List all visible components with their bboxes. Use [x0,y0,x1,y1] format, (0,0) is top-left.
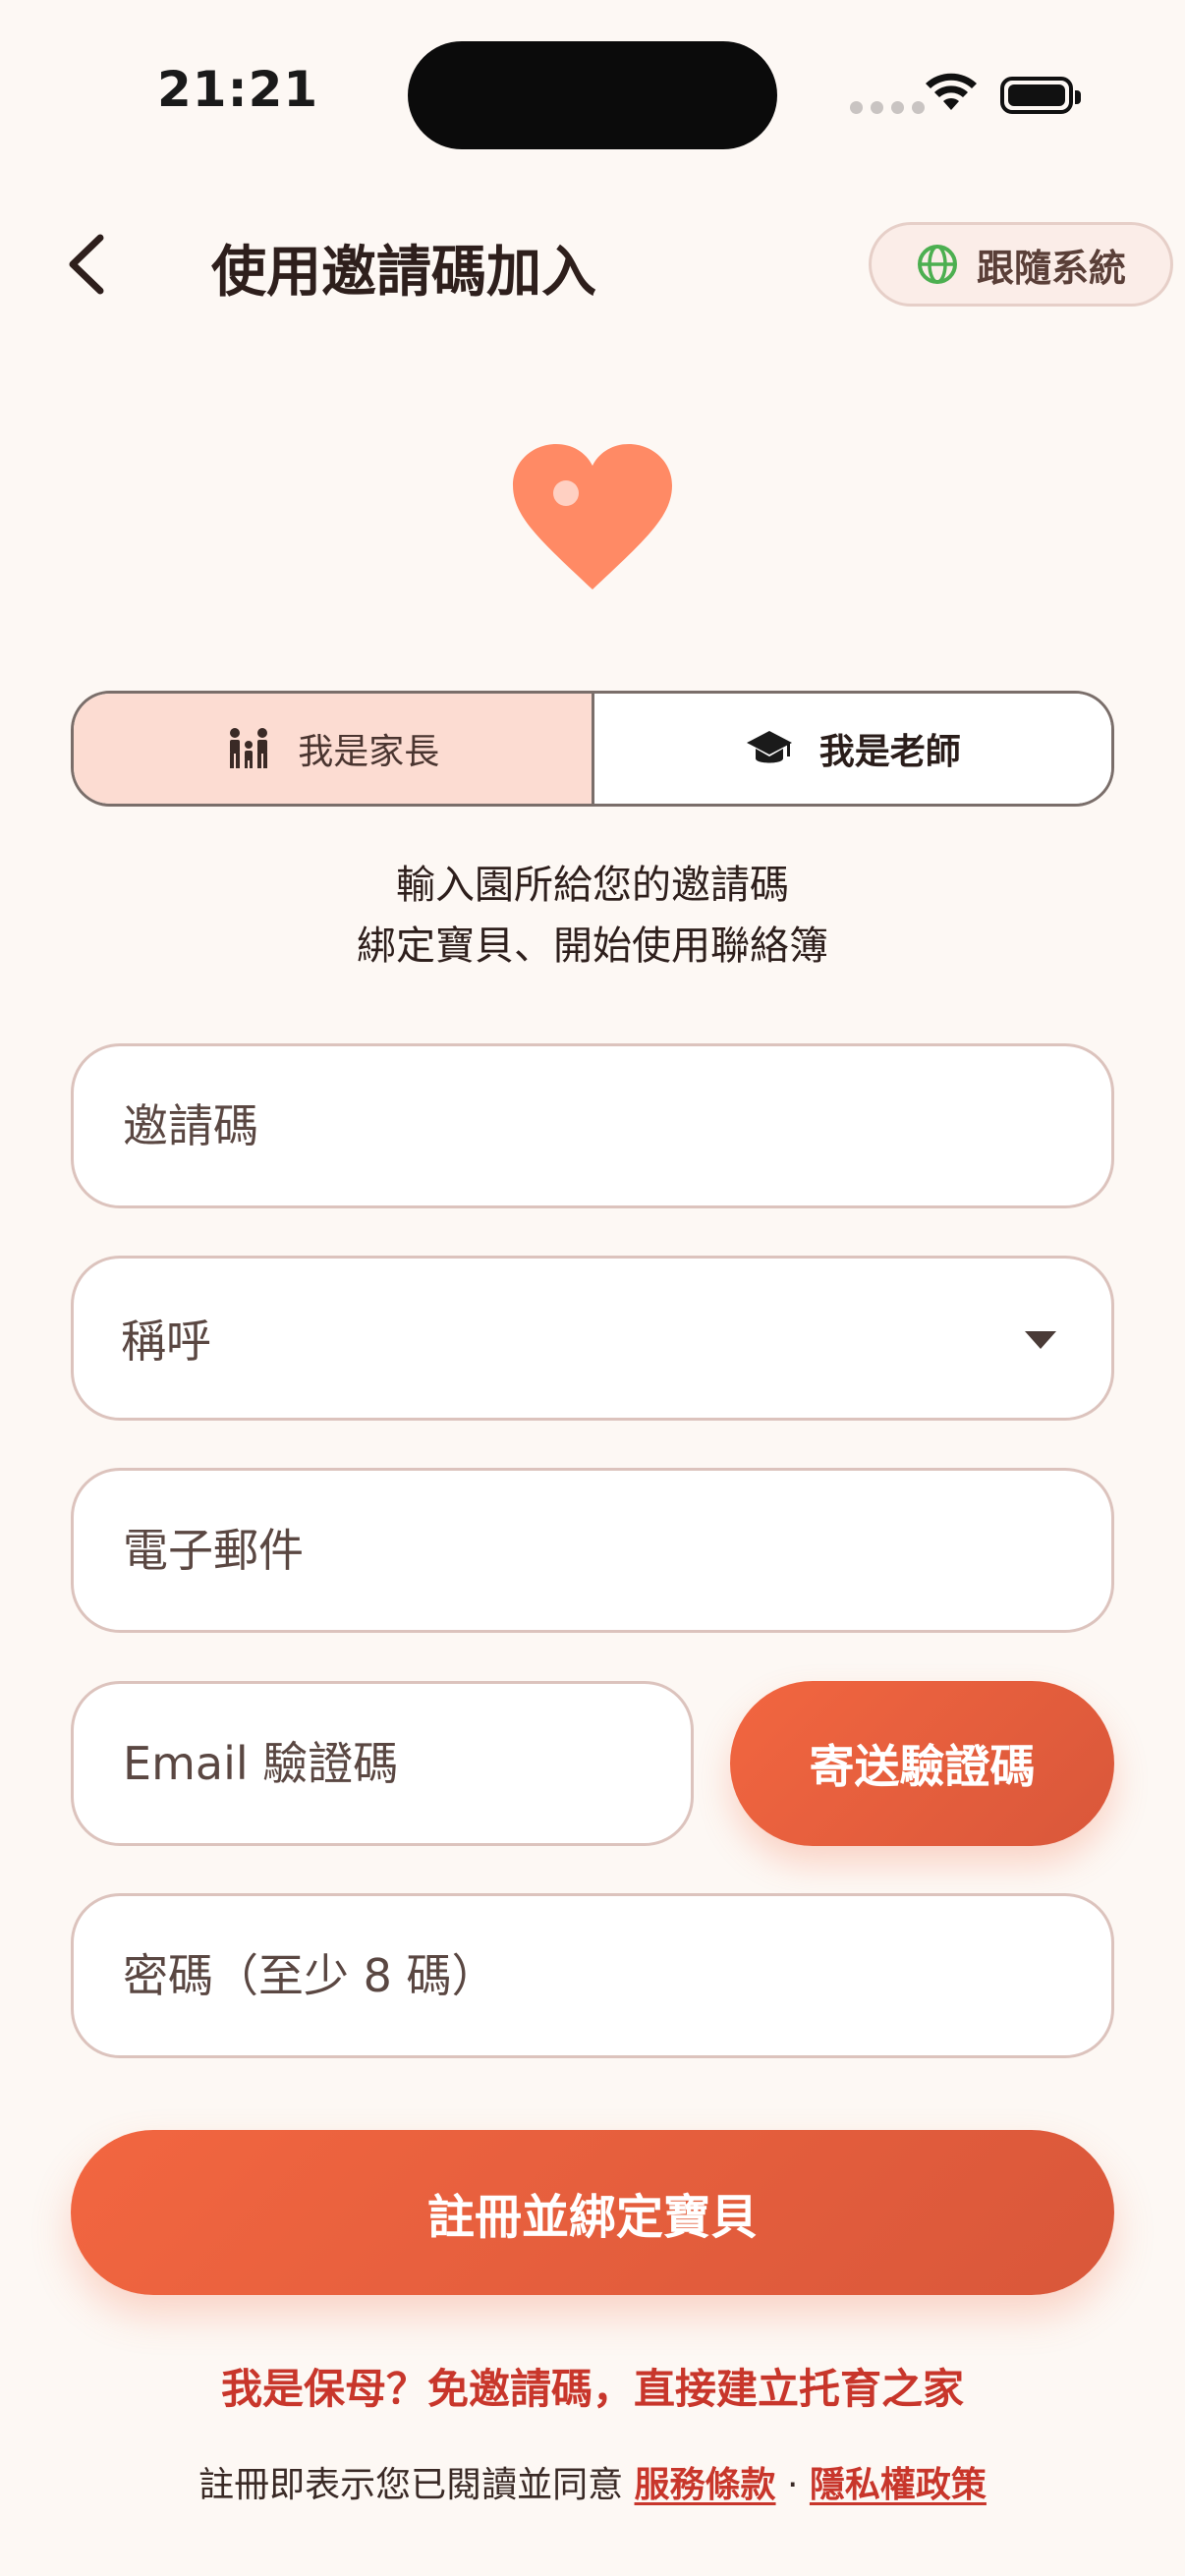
dynamic-island [408,41,777,149]
email-input[interactable] [121,1523,1017,1578]
invite-code-input[interactable] [121,1098,1017,1153]
language-label: 跟隨系統 [976,246,1126,290]
terms-notice: 註冊即表示您已閱讀並同意 服務條款 · 隱私權政策 [0,2456,1185,2507]
register-bind-button[interactable]: 註冊並綁定寶貝 [71,2130,1114,2295]
send-code-button[interactable]: 寄送驗證碼 [730,1681,1114,1846]
graduation-cap-icon [746,731,792,763]
tab-teacher[interactable]: 我是老師 [593,694,1111,804]
password-field [71,1893,1114,2058]
terms-separator: · [787,2465,799,2505]
email-code-field [71,1681,694,1846]
privacy-policy-link[interactable]: 隱私權政策 [810,2465,987,2505]
role-segmented-control: 我是家長 我是老師 [71,691,1114,807]
instructions: 輸入園所給您的邀請碼 綁定寶貝、開始使用聯絡簿 [0,855,1185,977]
invite-code-field [71,1043,1114,1208]
title-select[interactable]: 稱呼 [71,1256,1114,1421]
email-field [71,1468,1114,1633]
wifi-icon [926,73,977,110]
instructions-line-1: 輸入園所給您的邀請碼 [396,863,789,908]
nanny-signup-link[interactable]: 我是保母？免邀請碼，直接建立托育之家 [0,2356,1185,2416]
heart-logo-icon [513,444,672,589]
family-icon [230,728,268,768]
title-select-placeholder: 稱呼 [121,1315,211,1368]
tab-parent[interactable]: 我是家長 [74,694,594,804]
tab-teacher-label: 我是老師 [818,732,961,772]
battery-icon [1000,77,1081,114]
globe-icon [917,245,957,284]
email-code-input[interactable] [121,1736,638,1791]
terms-of-service-link[interactable]: 服務條款 [635,2465,776,2505]
terms-prefix: 註冊即表示您已閱讀並同意 [198,2465,624,2505]
back-chevron-icon[interactable] [59,230,118,299]
tab-parent-label: 我是家長 [298,732,440,772]
signal-icon [850,101,925,114]
password-input[interactable] [121,1948,1017,2003]
status-time: 21:21 [157,61,319,118]
dropdown-arrow-icon [1025,1331,1056,1349]
language-selector[interactable]: 跟隨系統 [869,222,1173,307]
page-title: 使用邀請碼加入 [211,241,596,305]
instructions-line-2: 綁定寶貝、開始使用聯絡簿 [357,924,828,969]
